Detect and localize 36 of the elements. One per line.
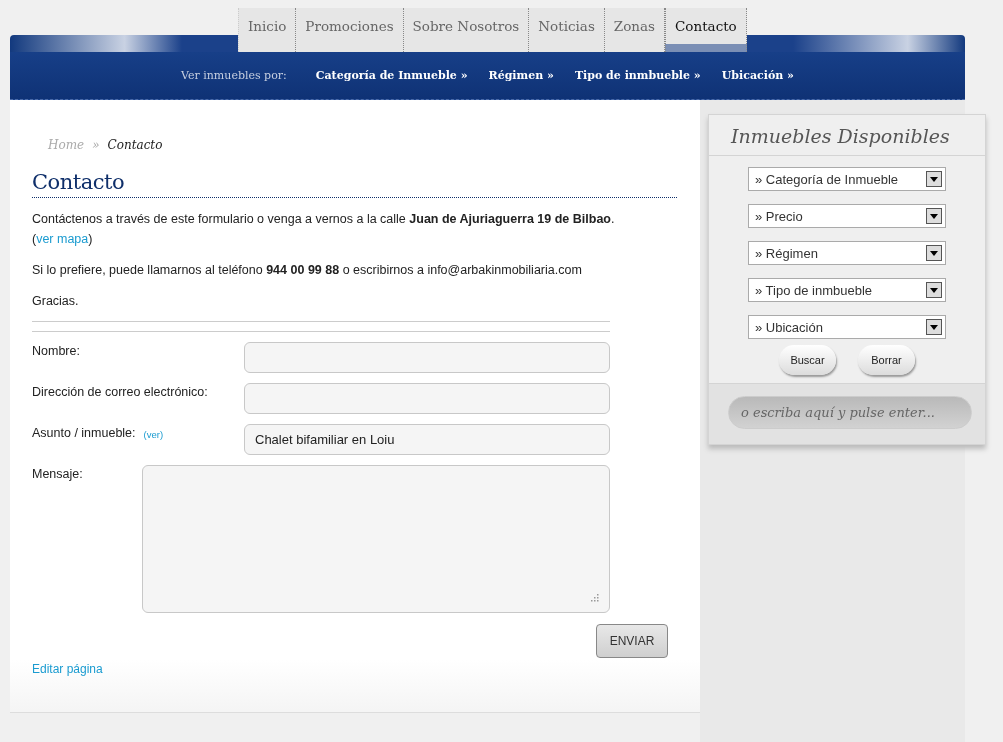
nav-tab[interactable]: Contacto [665,8,747,52]
subnav-link[interactable]: Categoría de Inmueble » [315,69,468,82]
filter-dropdown[interactable]: » Categoría de Inmueble [748,167,946,191]
filter-dropdown[interactable]: » Tipo de inmbueble [748,278,946,302]
field-label: Mensaje: [32,467,83,481]
breadcrumb-current: Contacto [107,138,163,152]
nav-tab[interactable]: Sobre Nosotros [403,8,530,52]
breadcrumb-separator: » [92,138,100,152]
input-field[interactable] [244,383,610,414]
field-label: Asunto / inmueble: [32,426,136,440]
filter-dropdown[interactable]: » Precio [748,204,946,228]
nav-tab[interactable]: Noticias [529,8,605,52]
filter-dropdown[interactable]: » Régimen [748,241,946,265]
nav-tab[interactable]: Promociones [296,8,404,52]
subnav-label: Ver inmuebles por: [181,69,287,82]
subnav-link[interactable]: Ubicación » [721,69,794,82]
filter-button[interactable]: Borrar [858,345,915,375]
paragraph: Gracias. [32,293,80,310]
paragraph: Si lo prefiere, puede llamarnos al teléfono 944 00 99 88 o escribirnos a info@arbakinmobiliaria.com [32,262,583,279]
resize-grip-icon[interactable] [590,593,599,602]
subnav-link[interactable]: Tipo de inmbueble » [574,69,701,82]
search-field[interactable]: o escriba aquí y pulse enter... [728,396,972,429]
message-field[interactable] [142,465,610,613]
field-label: Dirección de correo electrónico: [32,385,208,399]
send-button[interactable]: ENVIAR [596,624,668,658]
input-field[interactable]: Chalet bifamiliar en Loiu [244,424,610,455]
subnav-link[interactable]: Régimen » [488,69,554,82]
page-heading: Contacto [32,170,677,198]
filter-button[interactable]: Buscar [779,345,836,375]
input-field[interactable] [244,342,610,373]
field-label: Nombre: [32,344,80,358]
widget-title: Inmuebles Disponibles [709,115,985,156]
nav-tab[interactable]: Inicio [238,8,297,52]
paragraph: Contáctenos a través de este formulario o venga a vernos a la calle Juan de Ajuriaguerra 19 de Bilbao. (ver mapa) [32,211,616,248]
nav-tab[interactable]: Zonas [604,8,665,52]
filter-dropdown[interactable]: » Ubicación [748,315,946,339]
